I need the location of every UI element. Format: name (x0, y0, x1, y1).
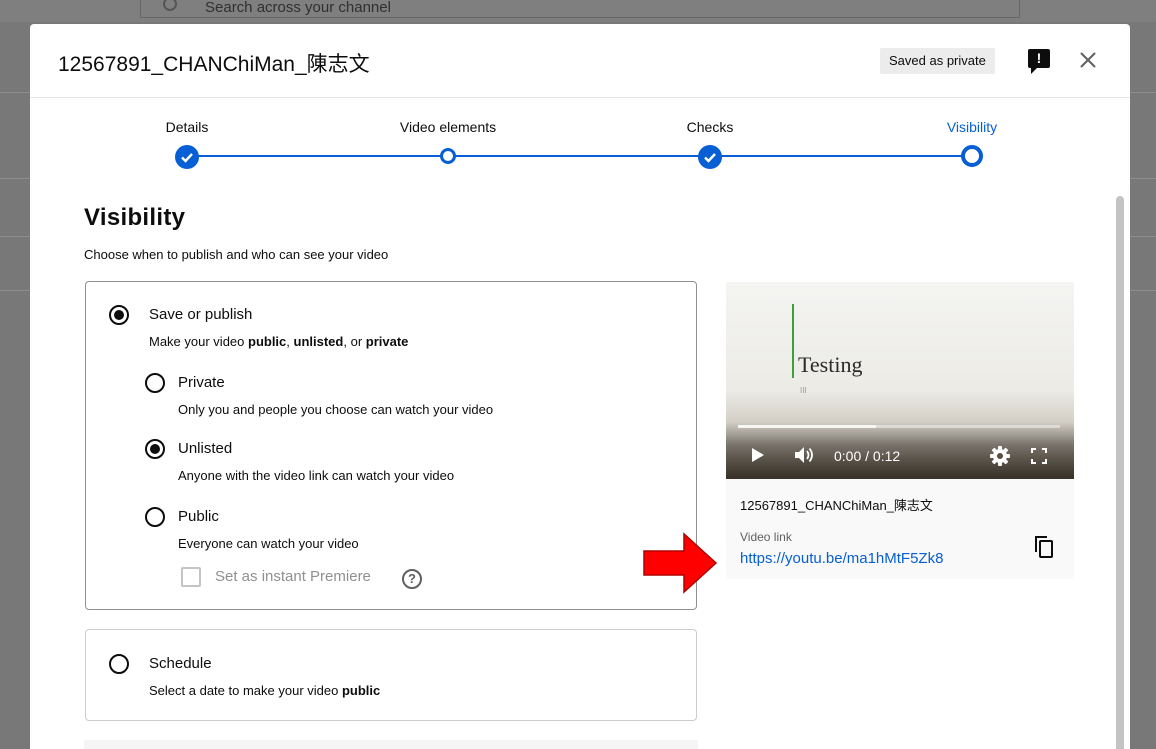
step-visibility-label[interactable]: Visibility (947, 119, 997, 135)
upload-stepper: Details Video elements Checks Visibility (30, 99, 1130, 179)
description-private: private (365, 334, 409, 349)
save-or-publish-card[interactable]: Save or publish Make your video public, … (85, 281, 697, 610)
public-option-title: Public (178, 508, 219, 525)
schedule-title: Schedule (149, 655, 212, 672)
step-checks-check-icon[interactable] (698, 145, 722, 169)
description-text: , (286, 334, 294, 349)
unlisted-option-description: Anyone with the video link can watch you… (178, 468, 455, 483)
video-frame-mark: III (800, 386, 807, 395)
gear-icon[interactable] (990, 446, 1010, 466)
schedule-card[interactable]: Schedule Select a date to make your vide… (85, 629, 697, 721)
video-progress-bar[interactable] (738, 425, 1060, 428)
private-radio[interactable] (145, 373, 165, 393)
video-link[interactable]: https://youtu.be/ma1hMtF5Zk8 (740, 550, 943, 567)
step-checks-label[interactable]: Checks (687, 119, 734, 135)
video-link-label: Video link (740, 530, 792, 544)
instant-premiere-checkbox[interactable] (181, 567, 201, 587)
save-or-publish-radio[interactable] (109, 305, 129, 325)
private-option-title: Private (178, 374, 225, 391)
schedule-description: Select a date to make your video public (149, 683, 380, 698)
copy-icon[interactable] (1032, 534, 1056, 560)
play-icon[interactable] (752, 448, 764, 462)
private-option-description: Only you and people you choose can watch… (178, 402, 494, 417)
video-frame-text: Testing (798, 352, 863, 377)
public-radio[interactable] (145, 507, 165, 527)
step-details-label[interactable]: Details (166, 119, 209, 135)
description-unlisted: unlisted (293, 334, 344, 349)
description-public: public (341, 683, 381, 698)
help-icon[interactable]: ? (402, 569, 422, 589)
preview-video-name: 12567891_CHANChiMan_陳志文 (740, 498, 933, 513)
close-icon[interactable] (1076, 48, 1100, 72)
step-details-check-icon[interactable] (175, 145, 199, 169)
instant-premiere-label[interactable]: Set as instant Premiere (215, 568, 371, 585)
dialog-header: 12567891_CHANChiMan_陳志文 Saved as private… (30, 24, 1130, 98)
page-subtitle: Choose when to publish and who can see y… (84, 247, 389, 262)
unlisted-radio[interactable] (145, 439, 165, 459)
description-text: , or (343, 334, 366, 349)
description-text: Make your video (149, 334, 248, 349)
page-title: Visibility (84, 204, 186, 231)
video-progress-fill (738, 425, 877, 428)
schedule-radio[interactable] (109, 654, 129, 674)
video-preview-card: Testing III 0:00 / 0:12 12567891_CHANChi… (726, 282, 1074, 579)
video-player[interactable]: Testing III 0:00 / 0:12 (726, 282, 1074, 479)
annotation-arrow (643, 532, 718, 594)
feedback-icon-glyph: ! (1036, 50, 1042, 66)
video-time: 0:00 / 0:12 (834, 448, 901, 464)
upload-dialog: 12567891_CHANChiMan_陳志文 Saved as private… (30, 24, 1130, 749)
save-or-publish-title: Save or publish (149, 306, 253, 323)
dialog-scrollbar[interactable] (1116, 196, 1124, 749)
save-or-publish-description: Make your video public, unlisted, or pri… (149, 334, 408, 349)
fullscreen-icon[interactable] (1031, 448, 1047, 464)
dialog-title: 12567891_CHANChiMan_陳志文 (58, 53, 370, 76)
description-public: public (248, 334, 287, 349)
step-visibility-dot[interactable] (961, 145, 983, 167)
feedback-icon[interactable]: ! (1028, 49, 1050, 74)
volume-icon[interactable] (794, 446, 816, 464)
public-option-description: Everyone can watch your video (178, 536, 359, 551)
step-video-elements-dot[interactable] (440, 148, 456, 164)
next-card (84, 740, 698, 749)
video-frame-accent (792, 304, 794, 378)
saved-status-badge: Saved as private (880, 48, 995, 74)
step-video-elements-label[interactable]: Video elements (400, 119, 496, 135)
stepper-line (187, 155, 976, 157)
unlisted-option-title: Unlisted (178, 440, 233, 457)
description-text: Select a date to make your video (149, 683, 342, 698)
